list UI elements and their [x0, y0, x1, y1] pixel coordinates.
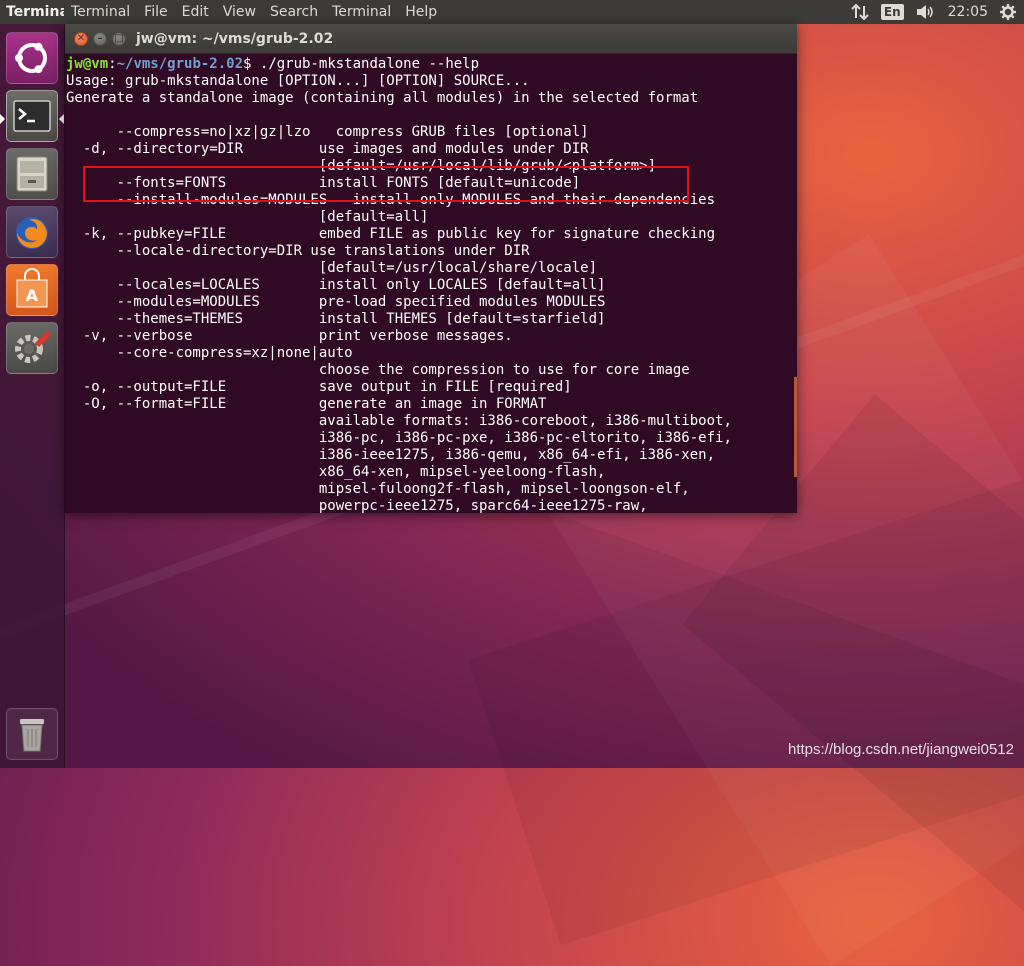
active-app-indicator	[0, 114, 5, 124]
wallpaper-stripe	[468, 474, 1024, 946]
output-line: i386-ieee1275, i386-qemu, x86_64-efi, i3…	[66, 447, 716, 463]
output-line: choose the compression to use for core i…	[66, 362, 690, 378]
svg-text:A: A	[26, 286, 39, 305]
output-line: [default=/usr/local/share/locale]	[66, 260, 598, 276]
output-line: -k, --pubkey=FILE embed FILE as public k…	[66, 226, 716, 242]
close-button[interactable]: ✕	[74, 31, 88, 46]
firefox-launcher-button[interactable]	[6, 206, 58, 258]
network-transfer-icon[interactable]	[851, 4, 869, 20]
system-settings-launcher-button[interactable]	[6, 322, 58, 374]
gear-icon[interactable]	[1000, 4, 1016, 20]
menu-terminal[interactable]: Terminal	[64, 4, 137, 20]
menu-terminal-2[interactable]: Terminal	[325, 4, 398, 20]
menu-search[interactable]: Search	[263, 4, 325, 20]
window-titlebar[interactable]: ✕ – □ jw@vm: ~/vms/grub-2.02	[65, 24, 797, 54]
ubuntu-logo-icon	[15, 42, 47, 74]
output-line: Usage: grub-mkstandalone [OPTION...] [OP…	[66, 73, 530, 89]
watermark: https://blog.csdn.net/jiangwei0512	[788, 741, 1014, 758]
minimize-button[interactable]: –	[93, 31, 107, 46]
top-panel: Terminal Terminal File Edit View Search …	[0, 0, 1024, 24]
terminal-output[interactable]: jw@vm:~/vms/grub-2.02$ ./grub-mkstandalo…	[65, 54, 797, 514]
maximize-button[interactable]: □	[112, 31, 126, 46]
window-title: jw@vm: ~/vms/grub-2.02	[136, 30, 334, 47]
output-line: --compress=no|xz|gz|lzo compress GRUB fi…	[66, 124, 589, 140]
volume-icon[interactable]	[916, 4, 936, 20]
output-line: Generate a standalone image (containing …	[66, 90, 699, 106]
output-line: --core-compress=xz|none|auto	[66, 345, 353, 361]
output-line: --themes=THEMES install THEMES [default=…	[66, 311, 606, 327]
clock[interactable]: 22:05	[948, 4, 988, 20]
active-app-name: Terminal	[6, 4, 64, 20]
indicator-area: En 22:05	[851, 4, 1024, 20]
menu-file[interactable]: File	[137, 4, 174, 20]
focused-app-indicator	[59, 114, 64, 124]
menu-edit[interactable]: Edit	[175, 4, 216, 20]
terminal-launcher-button[interactable]	[6, 90, 58, 142]
scrollbar[interactable]	[794, 377, 797, 477]
prompt-path: ~/vms/grub-2.02	[116, 56, 244, 72]
firefox-icon	[16, 217, 48, 249]
terminal-window[interactable]: ✕ – □ jw@vm: ~/vms/grub-2.02 jw@vm:~/vms…	[65, 24, 797, 514]
output-line: mipsel-fuloong2f-flash, mipsel-loongson-…	[66, 481, 690, 497]
terminal-icon	[13, 100, 51, 132]
software-center-launcher-button[interactable]: A	[6, 264, 58, 316]
trash-icon	[20, 719, 44, 752]
file-cabinet-icon	[16, 156, 48, 192]
menu-view[interactable]: View	[216, 4, 263, 20]
close-icon: ✕	[76, 32, 86, 44]
output-line: --locales=LOCALES install only LOCALES […	[66, 277, 606, 293]
menubar: Terminal File Edit View Search Terminal …	[64, 4, 444, 20]
output-line: --modules=MODULES pre-load specified mod…	[66, 294, 606, 310]
shopping-bag-icon: A	[16, 268, 48, 308]
files-launcher-button[interactable]	[6, 148, 58, 200]
prompt-separator: :	[108, 56, 117, 72]
annotation-highlight-box	[83, 166, 689, 202]
trash-launcher-button[interactable]	[6, 708, 58, 760]
output-line: [default=all]	[66, 209, 429, 225]
ubuntu-dash-button[interactable]	[6, 32, 58, 84]
prompt-user: jw@vm	[66, 56, 109, 72]
prompt-command: $ ./grub-mkstandalone --help	[243, 56, 480, 72]
minimize-icon: –	[97, 32, 103, 44]
output-line: -O, --format=FILE generate an image in F…	[66, 396, 547, 412]
output-line: -v, --verbose print verbose messages.	[66, 328, 513, 344]
output-line: i386-pc, i386-pc-pxe, i386-pc-eltorito, …	[66, 430, 732, 446]
maximize-icon: □	[114, 32, 124, 44]
launcher: A	[0, 24, 65, 768]
keyboard-layout-indicator[interactable]: En	[880, 4, 904, 20]
output-line: x86_64-xen, mipsel-yeeloong-flash,	[66, 464, 606, 480]
output-line: powerpc-ieee1275, sparc64-ieee1275-raw,	[66, 498, 648, 514]
prompt-line: jw@vm:~/vms/grub-2.02$ ./grub-mkstandalo…	[66, 56, 797, 73]
output-line: --locale-directory=DIR use translations …	[66, 243, 530, 259]
menu-help[interactable]: Help	[398, 4, 444, 20]
window-controls: ✕ – □	[65, 31, 136, 46]
output-line: -d, --directory=DIR use images and modul…	[66, 141, 589, 157]
output-line: -o, --output=FILE save output in FILE [r…	[66, 379, 572, 395]
output-line: available formats: i386-coreboot, i386-m…	[66, 413, 732, 429]
settings-gear-wrench-icon	[15, 331, 51, 363]
